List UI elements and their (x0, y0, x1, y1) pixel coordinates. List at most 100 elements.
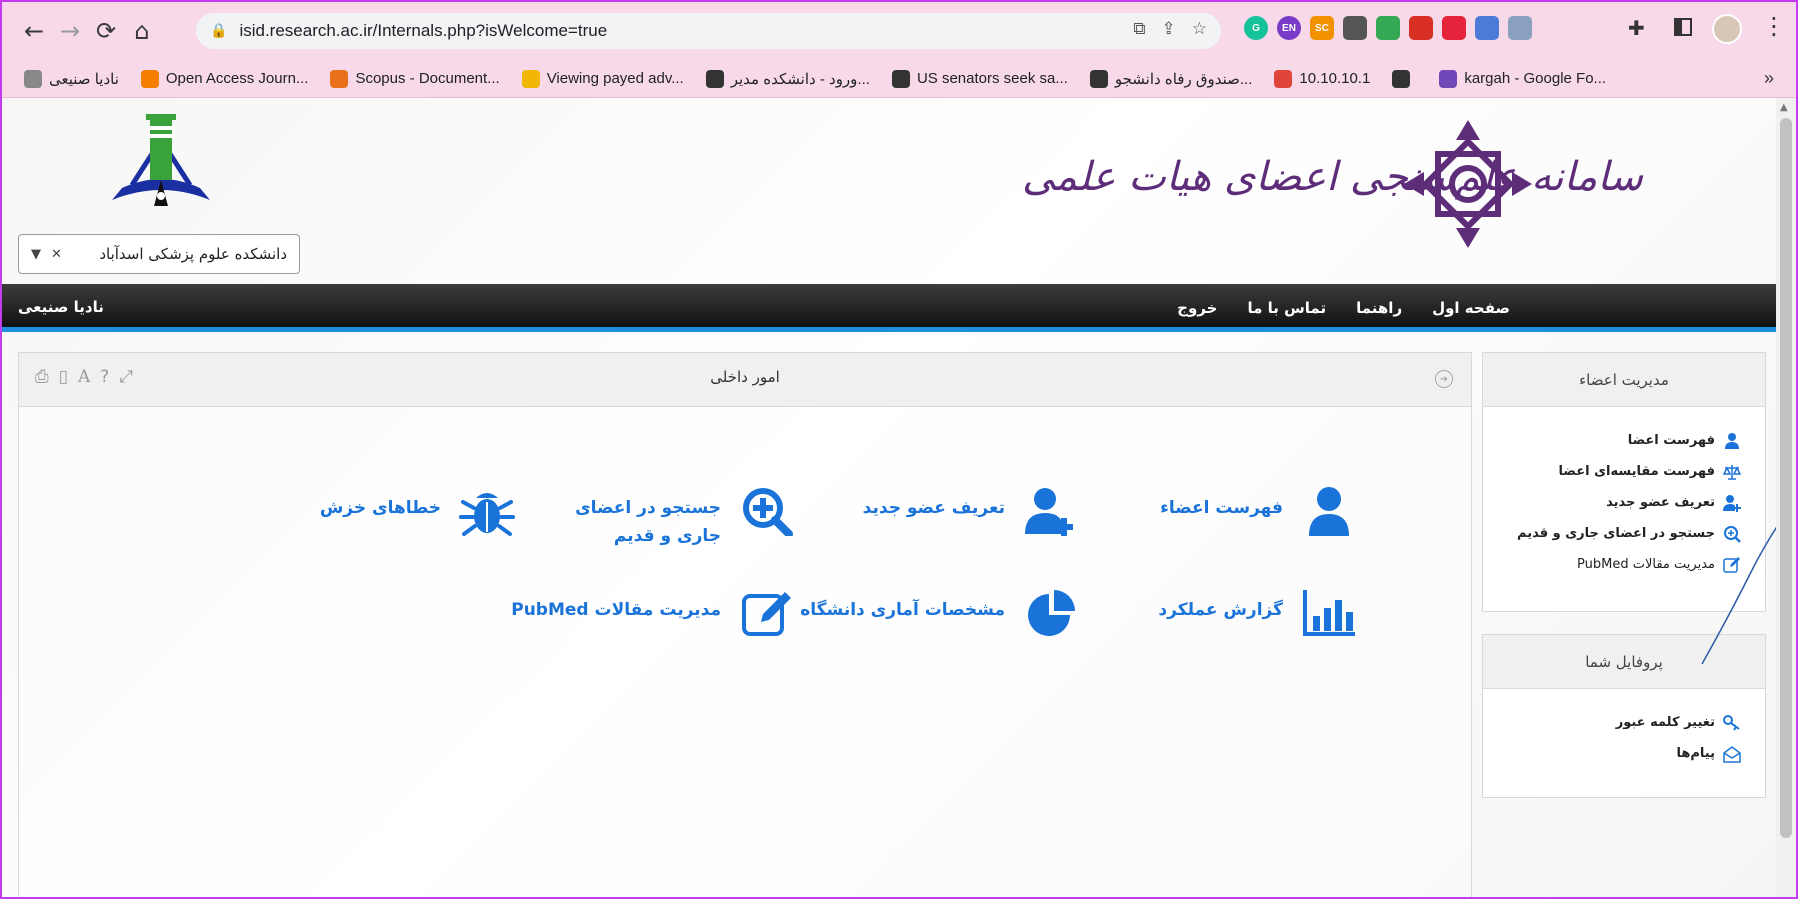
translate-ext-icon[interactable]: EN (1277, 16, 1301, 40)
sidebar-item-change-password[interactable]: تغییر کلمه عبور (1483, 707, 1741, 738)
panel-title: امور داخلی (710, 368, 780, 386)
bookmark-item[interactable]: US senators seek sa... (891, 69, 1068, 88)
bookmark-star-icon[interactable]: ☆ (1192, 19, 1207, 39)
sidebar-item-label: فهرست اعضا (1627, 433, 1715, 448)
avatar[interactable] (1712, 14, 1742, 44)
shield-ext-icon[interactable] (1508, 16, 1532, 40)
home-icon[interactable]: ⌂ (124, 13, 160, 49)
sc-ext-icon[interactable]: SC (1310, 16, 1334, 40)
extensions-bar: G EN SC (1244, 16, 1532, 40)
address-bar[interactable]: 🔒 isid.research.ac.ir/Internals.php?isWe… (196, 13, 1221, 49)
nadia-icon (24, 69, 42, 88)
sidebar-item-new-member[interactable]: تعریف عضو جدید (1483, 487, 1741, 518)
bookmark-item[interactable]: Scopus - Document... (330, 69, 500, 88)
url-text[interactable]: isid.research.ac.ir/Internals.php?isWelc… (239, 21, 607, 41)
arrow-circle-icon[interactable]: ➜ (1435, 370, 1453, 388)
reload-icon[interactable]: ⟳ (88, 13, 124, 49)
bookmark-item[interactable]: نادیا صنیعی (24, 69, 119, 88)
red-grid-ext-icon[interactable] (1442, 16, 1466, 40)
tile-members-list[interactable]: فهرست اعضاء (1160, 486, 1357, 536)
sidebar-item-comparison-list[interactable]: فهرست مقایسه‌ای اعضا (1483, 456, 1741, 487)
pin-red-ext-icon[interactable] (1409, 16, 1433, 40)
tile-university-stats[interactable]: مشخصات آماری دانشگاه (800, 588, 1079, 638)
translate-icon[interactable]: ⧉ (1133, 19, 1145, 39)
blue-ext-icon[interactable] (1475, 16, 1499, 40)
bookmark-item[interactable]: 10.10.10.1 (1274, 69, 1370, 88)
members-management-box: مدیریت اعضاء فهرست اعضا فهرست مقایسه‌ای … (1482, 352, 1766, 612)
panel-header: ⎙ ▯ A ? ⤢ امور داخلی ➜ (19, 353, 1471, 407)
bookmark-item[interactable]: Viewing payed adv... (521, 69, 684, 88)
site-title: سامانه علم‌سنجی اعضای هیات علمی (1022, 154, 1643, 200)
tile-label: گزارش عملکرد (1158, 600, 1283, 620)
dropdown-arrow-icon[interactable]: ▼ (31, 247, 41, 262)
menu-kebab-icon[interactable]: ⋮ (1762, 12, 1786, 40)
side-panel-icon[interactable] (1674, 18, 1692, 36)
sidebar-item-messages[interactable]: پیام‌ها (1483, 738, 1741, 769)
sidebar-item-label: جستجو در اعضای جاری و قدیم (1517, 526, 1715, 541)
sidebar-item-label: پیام‌ها (1676, 746, 1716, 761)
profile-box: پروفایل شما تغییر کلمه عبور پیام‌ها (1482, 634, 1766, 798)
username[interactable]: نادیا صنیعی (18, 298, 104, 316)
bookmark-label: نادیا صنیعی (49, 70, 119, 88)
clear-icon[interactable]: ✕ (51, 247, 62, 262)
scopus-icon (330, 69, 349, 88)
bookmark-item[interactable]: Open Access Journ... (140, 69, 308, 88)
tile-new-member[interactable]: تعریف عضو جدید (863, 486, 1079, 536)
tile-performance-report[interactable]: گزارش عملکرد (1158, 588, 1357, 638)
main-menu-bar: صفحه اول راهنما تماس با ما خروج نادیا صن… (2, 284, 1776, 332)
bookmark-label: Viewing payed adv... (546, 70, 684, 87)
maps-pin-ext-icon[interactable] (1343, 16, 1367, 40)
sidebar-item-members-list[interactable]: فهرست اعضا (1483, 425, 1741, 456)
search-plus-icon (743, 488, 793, 536)
share-icon[interactable]: ⇪ (1162, 19, 1176, 39)
tile-search-members[interactable]: جستجو در اعضای جاری و قدیم (541, 486, 795, 550)
menu-contact[interactable]: تماس با ما (1247, 299, 1326, 317)
menu-home[interactable]: صفحه اول (1432, 299, 1510, 317)
box-title: پروفایل شما (1483, 635, 1765, 689)
bookmark-item[interactable]: صندوق رفاه دانشجو... (1089, 69, 1253, 88)
bookmark-label: صندوق رفاه دانشجو... (1114, 70, 1253, 88)
sidebar-item-search-members[interactable]: جستجو در اعضای جاری و قدیم (1483, 518, 1741, 549)
bookmark-item[interactable] (1392, 69, 1417, 88)
tile-label: فهرست اعضاء (1160, 498, 1283, 518)
tile-pubmed-management[interactable]: مدیریت مقالات PubMed (511, 588, 795, 638)
edit-icon (1723, 556, 1740, 573)
user-plus-icon (1723, 494, 1741, 512)
scroll-up-icon[interactable]: ▲ (1780, 102, 1788, 113)
bookmark-item[interactable]: kargah - Google Fo... (1439, 69, 1606, 88)
bookmarks-overflow-icon[interactable]: » (1764, 68, 1774, 89)
back-icon[interactable]: ← (16, 13, 52, 49)
maps-ext-icon[interactable] (1376, 16, 1400, 40)
page-content: دانشکده علوم پزشکی اسدآباد ▼ ✕ سامانه عل… (2, 98, 1796, 897)
menu-logout[interactable]: خروج (1177, 299, 1217, 317)
internal-affairs-panel: ⎙ ▯ A ? ⤢ امور داخلی ➜ فهرست اعضاء تعریف… (18, 352, 1472, 897)
globe-icon (891, 69, 910, 88)
router-icon (1274, 69, 1293, 88)
bug-icon (459, 493, 515, 536)
sidebar-item-pubmed[interactable]: مدیریت مقالات PubMed (1483, 549, 1741, 580)
sidebar-item-label: تعریف عضو جدید (1606, 495, 1715, 510)
tile-label: مدیریت مقالات PubMed (511, 600, 721, 620)
university-select[interactable]: دانشکده علوم پزشکی اسدآباد ▼ ✕ (18, 234, 300, 274)
envelope-open-icon (1723, 745, 1741, 763)
tile-label: مشخصات آماری دانشگاه (800, 600, 1005, 620)
edit-icon (742, 592, 791, 636)
scrollbar-thumb[interactable] (1780, 118, 1792, 838)
forms-icon (1439, 69, 1458, 88)
search-plus-icon (1724, 525, 1741, 543)
menu-help[interactable]: راهنما (1356, 299, 1402, 317)
tile-crawl-errors[interactable]: خطاهای خزش (320, 486, 515, 536)
box-title: مدیریت اعضاء (1483, 353, 1765, 407)
sidebar-item-label: فهرست مقایسه‌ای اعضا (1558, 464, 1715, 479)
key-icon (1723, 714, 1740, 731)
puzzle-icon[interactable]: ✚ (1628, 16, 1645, 40)
site-logo (1404, 120, 1532, 248)
blogger-icon (140, 69, 159, 88)
scales-icon (1723, 464, 1741, 480)
bookmark-item[interactable]: ورود - دانشکده مدیر... (705, 69, 870, 88)
sidebar-item-label: تغییر کلمه عبور (1615, 715, 1715, 730)
page-scrollbar[interactable]: ▲ (1776, 98, 1796, 897)
forward-icon[interactable]: → (52, 13, 88, 49)
bookmarks-bar: نادیا صنیعی Open Access Journ... Scopus - … (2, 60, 1796, 98)
grammarly-ext-icon[interactable]: G (1244, 16, 1268, 40)
